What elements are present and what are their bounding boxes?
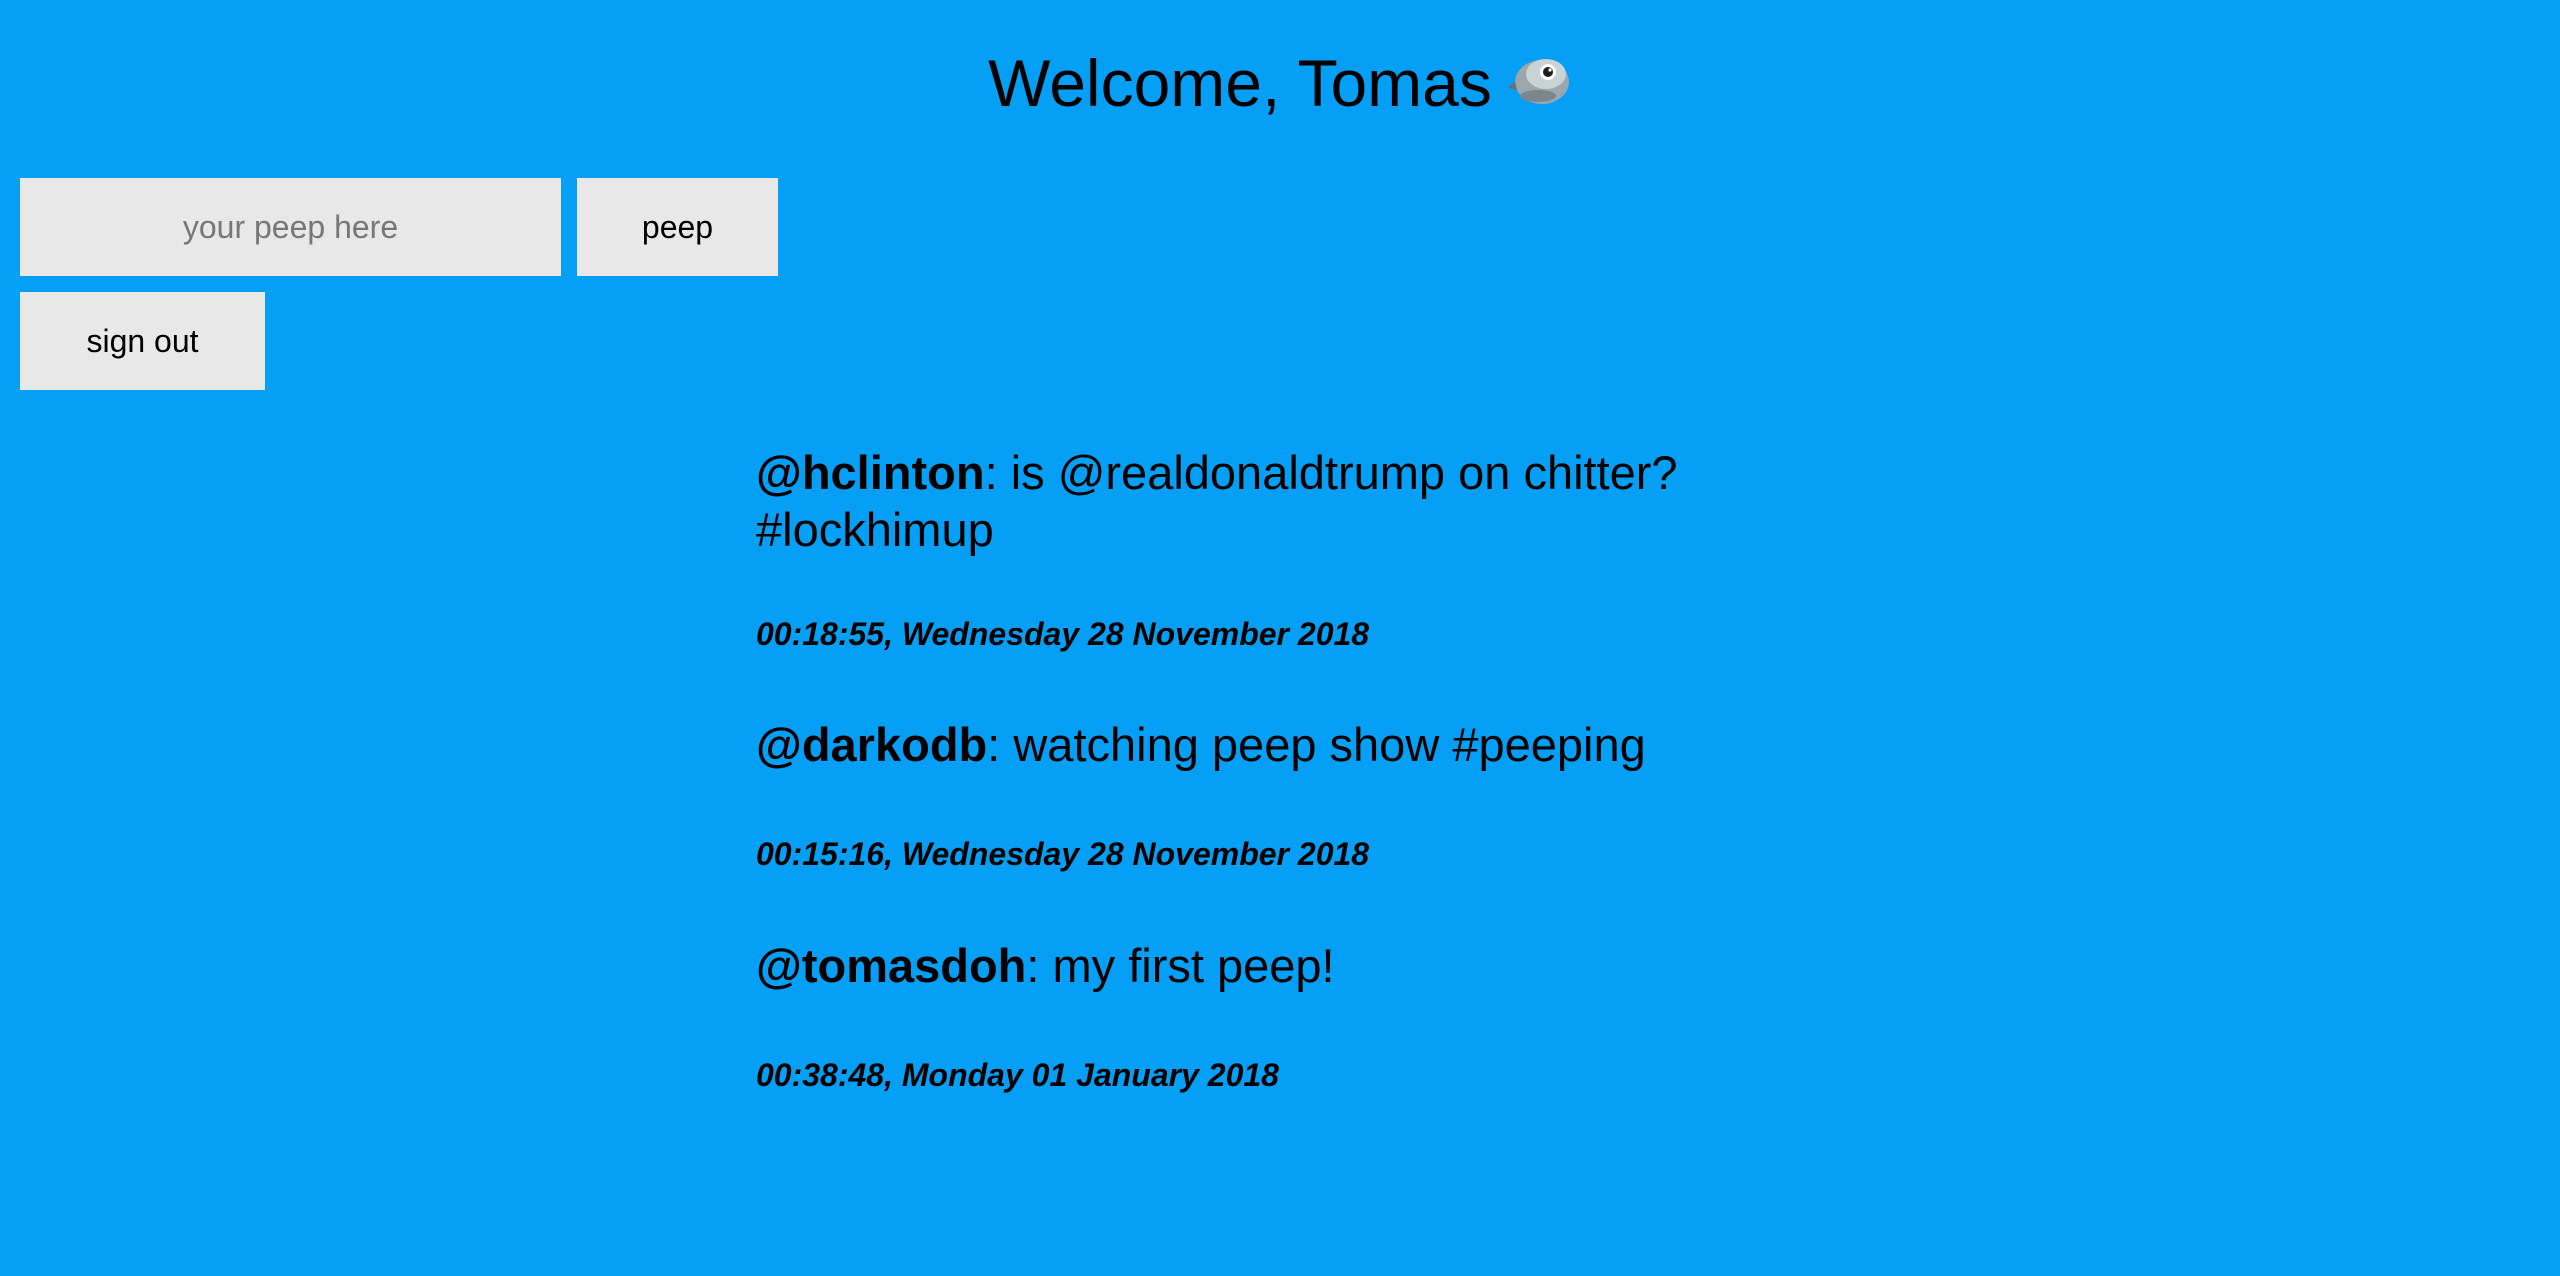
peep-button[interactable]: peep	[577, 178, 778, 276]
peep-username: @tomasdoh	[756, 939, 1027, 992]
peep-feed: @hclinton: is @realdonaldtrump on chitte…	[756, 444, 1736, 1095]
peep-message: : my first peep!	[1026, 939, 1335, 992]
page-title: Welcome, Tomas	[988, 46, 1492, 120]
bird-icon	[1507, 59, 1569, 104]
page-header: Welcome, Tomas	[0, 38, 2560, 128]
peep-timestamp: 00:15:16, Wednesday 28 November 2018	[756, 836, 1370, 872]
peep-text: @darkodb: watching peep show #peeping	[756, 716, 1736, 773]
sign-out-button[interactable]: sign out	[20, 292, 265, 390]
peep-text: @tomasdoh: my first peep!	[756, 937, 1736, 994]
peep-item: @hclinton: is @realdonaldtrump on chitte…	[756, 444, 1736, 654]
peep-item: @darkodb: watching peep show #peeping 00…	[756, 716, 1736, 874]
peep-input[interactable]	[20, 178, 561, 276]
peep-username: @hclinton	[756, 446, 985, 499]
peep-message: : watching peep show #peeping	[987, 718, 1646, 771]
peep-timestamp: 00:18:55, Wednesday 28 November 2018	[756, 616, 1370, 652]
peep-timestamp: 00:38:48, Monday 01 January 2018	[756, 1057, 1279, 1093]
peep-username: @darkodb	[756, 718, 988, 771]
peep-text: @hclinton: is @realdonaldtrump on chitte…	[756, 444, 1736, 558]
peep-item: @tomasdoh: my first peep! 00:38:48, Mond…	[756, 937, 1736, 1095]
